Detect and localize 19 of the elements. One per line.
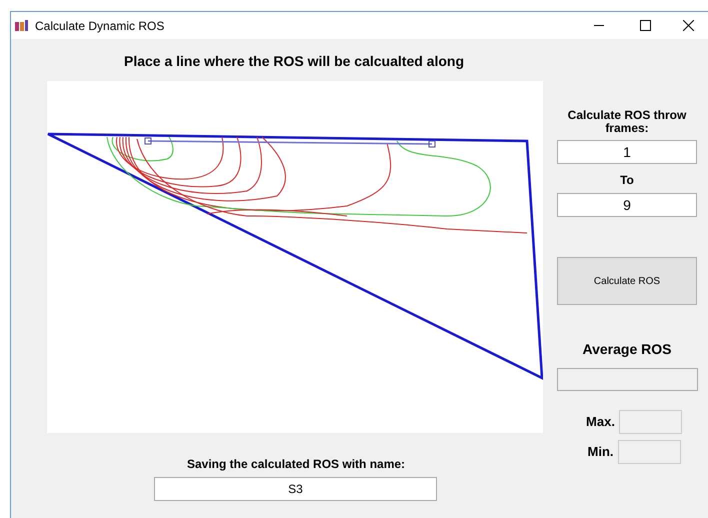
max-label: Max. — [586, 413, 615, 432]
measurement-line[interactable] — [144, 138, 436, 148]
calculate-ros-button[interactable]: Calculate ROS — [557, 257, 697, 305]
save-name-label: Saving the calculated ROS with name: — [187, 456, 406, 473]
app-logo-icon — [15, 20, 29, 32]
to-label: To — [620, 172, 634, 189]
min-label: Min. — [588, 443, 614, 462]
save-name-field[interactable]: S3 — [154, 477, 437, 501]
close-icon — [682, 20, 694, 31]
maximize-icon — [640, 20, 650, 31]
average-ros-field[interactable] — [556, 368, 698, 391]
to-frame-field[interactable]: 9 — [557, 193, 697, 217]
window-title: Calculate Dynamic ROS — [35, 18, 164, 34]
from-frame-field[interactable]: 1 — [557, 140, 697, 164]
min-field[interactable] — [618, 440, 680, 464]
max-field[interactable] — [618, 410, 682, 434]
frames-label: Calculate ROS throw frames: — [566, 109, 688, 135]
instruction-heading: Place a line where the ROS will be calcualted along — [124, 52, 464, 71]
average-ros-label: Average ROS — [582, 340, 672, 359]
